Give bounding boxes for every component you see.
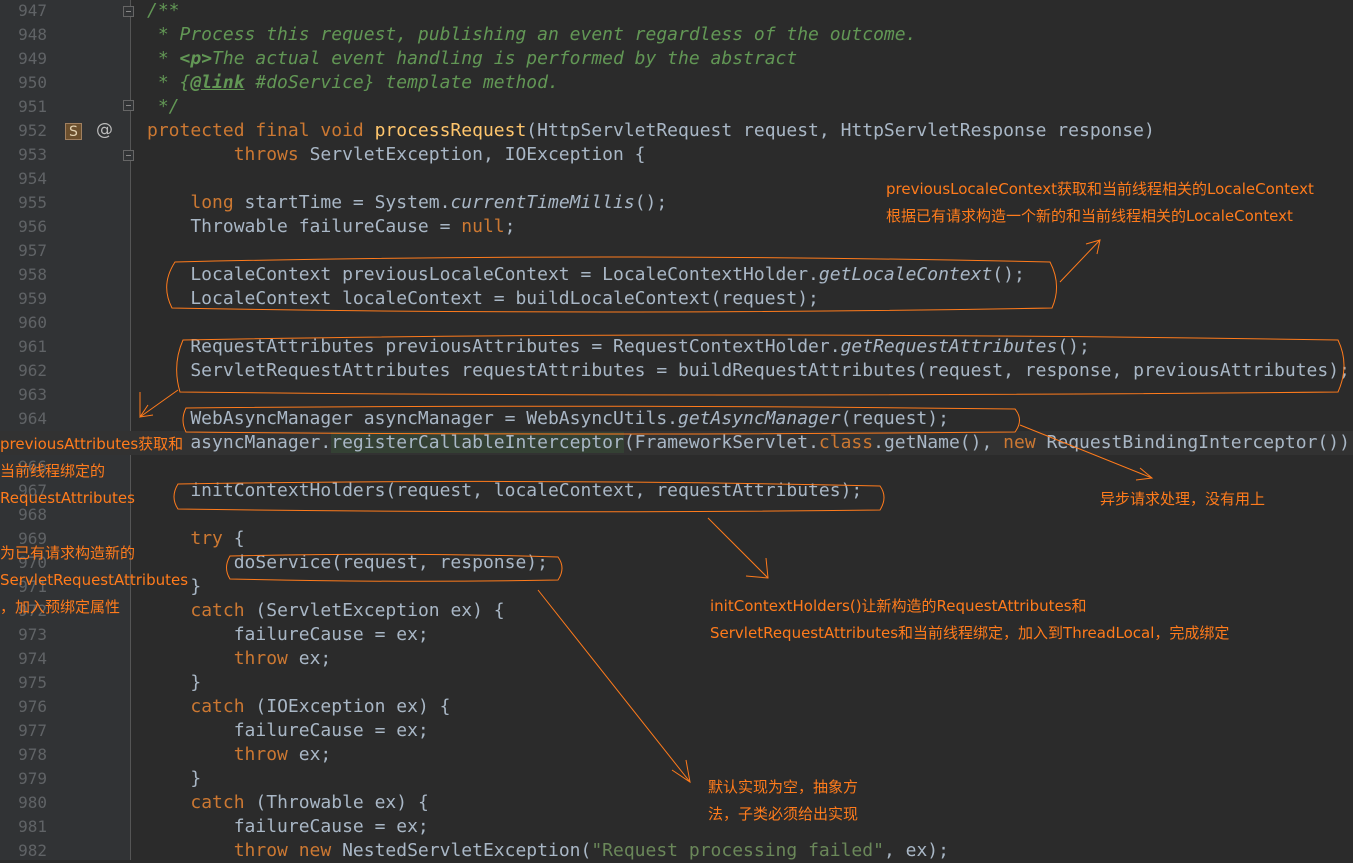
highlight-oval-service [226,553,563,582]
annotation-locale-1: previousLocaleContext获取和当前线程相关的LocaleCon… [886,180,1314,198]
annotation-service-1: 默认实现为空，抽象方 [708,778,859,796]
annotation-attrs-6: ，加入预绑定属性 [0,598,121,616]
annotation-attrs-1: previousAttributes获取和 [0,435,184,453]
arrow-async [1019,424,1154,481]
highlight-oval-async [182,405,1020,435]
annotation-locale-2: 根据已有请求构造一个新的和当前线程相关的LocaleContext [886,207,1293,225]
annotation-attrs-3: RequestAttributes [0,489,135,507]
highlight-oval-init [173,480,885,513]
highlight-oval-attributes [176,334,1345,396]
arrow-attributes [138,389,179,418]
annotation-init-2: ServletRequestAttributes和当前线程绑定，加入到Threa… [710,624,1230,642]
annotation-attrs-5: ServletRequestAttributes [0,571,189,589]
annotation-attrs-2: 当前线程绑定的 [0,462,106,480]
arrow-service [537,589,691,784]
annotation-async: 异步请求处理，没有用上 [1100,490,1266,508]
arrow-init [707,517,769,579]
annotation-service-2: 法，子类必须给出实现 [708,805,859,823]
annotation-overlay [138,239,1345,784]
arrow-locale [1059,239,1101,283]
annotation-attrs-4: 为已有请求构造新的 [0,544,136,562]
highlight-oval-locale [166,256,1057,313]
annotation-init-1: initContextHolders()让新构造的RequestAttribut… [710,597,1087,615]
